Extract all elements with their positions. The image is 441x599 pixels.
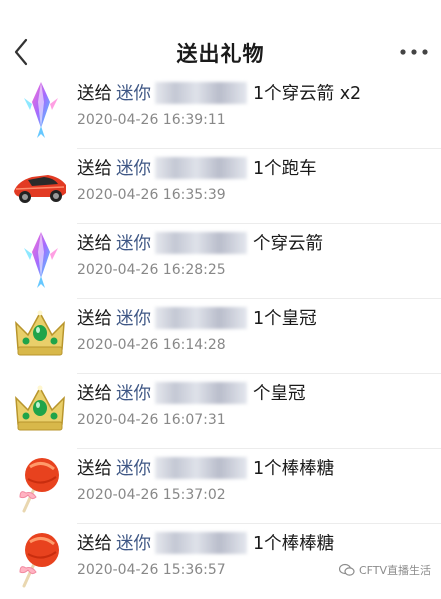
lollipop-icon xyxy=(10,453,70,515)
gift-record-row[interactable]: 送给 迷你 1个穿云箭 x2 2020-04-26 16:39:11 xyxy=(0,74,441,149)
gift-description: 送给 迷你 个皇冠 xyxy=(77,380,306,405)
gift-name: 个皇冠 xyxy=(253,384,306,404)
timestamp: 2020-04-26 16:39:11 xyxy=(77,112,226,128)
redacted-name xyxy=(155,381,247,404)
redacted-name xyxy=(155,231,247,254)
timestamp: 2020-04-26 16:14:28 xyxy=(77,337,226,353)
gift-record-row[interactable]: 送给 迷你 1个棒棒糖 2020-04-26 15:37:02 xyxy=(0,449,441,524)
gift-name: 1个穿云箭 x2 xyxy=(253,84,362,104)
gift-description: 送给 迷你 1个穿云箭 x2 xyxy=(77,80,361,105)
recipient-name[interactable]: 迷你 xyxy=(116,80,151,105)
send-label: 送给 xyxy=(77,459,112,479)
gift-description: 送给 迷你 1个棒棒糖 xyxy=(77,530,334,555)
gift-description: 送给 迷你 1个跑车 xyxy=(77,155,317,180)
send-label: 送给 xyxy=(77,159,112,179)
sports-car-icon xyxy=(10,153,70,215)
redacted-name xyxy=(155,456,247,479)
gift-name: 1个棒棒糖 xyxy=(253,534,335,554)
send-label: 送给 xyxy=(77,84,112,104)
timestamp: 2020-04-26 15:36:57 xyxy=(77,562,226,578)
crown-icon xyxy=(10,378,70,440)
send-label: 送给 xyxy=(77,384,112,404)
gift-record-row[interactable]: 送给 迷你 1个皇冠 2020-04-26 16:14:28 xyxy=(0,299,441,374)
gift-list: 送给 迷你 1个穿云箭 x2 2020-04-26 16:39:11 送给 迷你… xyxy=(0,74,441,599)
send-label: 送给 xyxy=(77,309,112,329)
gift-description: 送给 迷你 1个棒棒糖 xyxy=(77,455,334,480)
crown-icon xyxy=(10,303,70,365)
timestamp: 2020-04-26 16:28:25 xyxy=(77,262,226,278)
redacted-name xyxy=(155,156,247,179)
gift-record-row[interactable]: 送给 迷你 1个跑车 2020-04-26 16:35:39 xyxy=(0,149,441,224)
watermark-text: CFTV直播生活 xyxy=(358,564,431,577)
lollipop-icon xyxy=(10,528,70,590)
timestamp: 2020-04-26 15:37:02 xyxy=(77,487,226,503)
header: 送出礼物 xyxy=(0,0,441,74)
gift-name: 1个皇冠 xyxy=(253,309,317,329)
gift-name: 个穿云箭 xyxy=(253,234,323,254)
gift-description: 送给 迷你 1个皇冠 xyxy=(77,305,317,330)
recipient-name[interactable]: 迷你 xyxy=(116,455,151,480)
gift-record-row[interactable]: 送给 迷你 个皇冠 2020-04-26 16:07:31 xyxy=(0,374,441,449)
redacted-name xyxy=(155,531,247,554)
more-horizontal-icon xyxy=(400,49,428,55)
recipient-name[interactable]: 迷你 xyxy=(116,380,151,405)
gift-name: 1个棒棒糖 xyxy=(253,459,335,479)
arrow-gift-icon xyxy=(10,78,70,140)
more-button[interactable] xyxy=(397,42,431,62)
recipient-name[interactable]: 迷你 xyxy=(116,305,151,330)
watermark: CFTV直播生活 xyxy=(338,562,431,578)
page-title: 送出礼物 xyxy=(176,42,265,66)
arrow-gift-icon xyxy=(10,228,70,290)
recipient-name[interactable]: 迷你 xyxy=(116,530,151,555)
timestamp: 2020-04-26 16:07:31 xyxy=(77,412,226,428)
wechat-logo-icon xyxy=(338,563,355,576)
send-label: 送给 xyxy=(77,234,112,254)
send-label: 送给 xyxy=(77,534,112,554)
redacted-name xyxy=(155,81,247,104)
gift-description: 送给 迷你 个穿云箭 xyxy=(77,230,323,255)
timestamp: 2020-04-26 16:35:39 xyxy=(77,187,226,203)
gift-name: 1个跑车 xyxy=(253,159,317,179)
redacted-name xyxy=(155,306,247,329)
recipient-name[interactable]: 迷你 xyxy=(116,155,151,180)
gift-record-row[interactable]: 送给 迷你 个穿云箭 2020-04-26 16:28:25 xyxy=(0,224,441,299)
recipient-name[interactable]: 迷你 xyxy=(116,230,151,255)
